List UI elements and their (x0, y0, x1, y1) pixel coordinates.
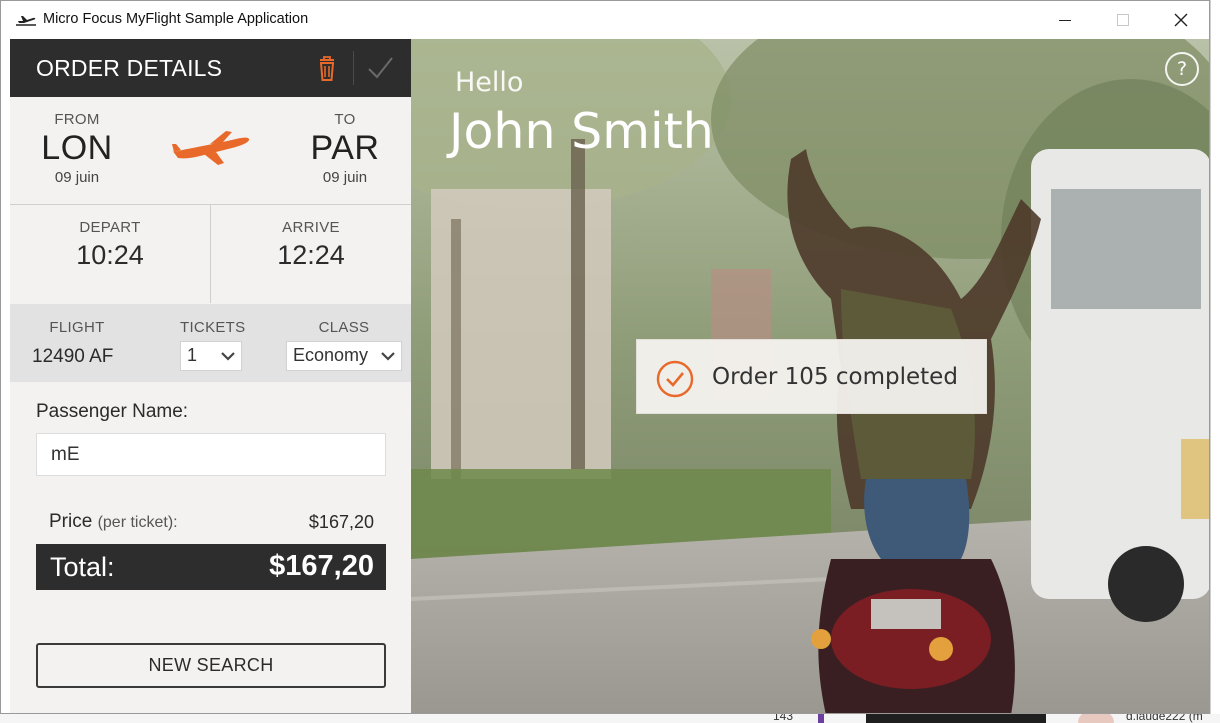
maximize-icon (1117, 14, 1129, 26)
class-value: Economy (293, 345, 369, 365)
desktop-marker (818, 713, 824, 723)
route-section: FROM LON 09 juin TO PAR 09 juin (10, 97, 411, 205)
arrive-time: 12:24 (277, 240, 345, 270)
airplane-takeoff-icon (16, 16, 36, 26)
trash-icon[interactable] (311, 53, 343, 83)
tickets-value: 1 (187, 345, 198, 365)
chevron-down-icon (221, 352, 235, 361)
to-city: PAR (310, 129, 380, 167)
price-row: Price (per ticket): $167,20 (36, 511, 386, 537)
panel-title: ORDER DETAILS (36, 55, 223, 81)
minimize-icon (1059, 19, 1071, 21)
from-block: FROM LON 09 juin (22, 111, 132, 186)
price-label: Price (49, 511, 93, 532)
tickets-block: TICKETS 1 (180, 319, 246, 371)
arrive-block: ARRIVE 12:24 (211, 219, 411, 271)
flight-number: 12490 AF (32, 346, 114, 367)
price-sublabel: (per ticket): (97, 514, 178, 531)
desktop-dark-block (866, 713, 1046, 723)
greeting-hello: Hello (455, 67, 524, 98)
order-details-panel: ORDER DETAILS FROM LON 09 juin TO PAR 09… (10, 39, 411, 713)
price-label-group: Price (per ticket): (49, 511, 178, 533)
times-section: DEPART 10:24 ARRIVE 12:24 (10, 205, 411, 303)
class-block: CLASS Economy (286, 319, 402, 371)
toast-message: Order 105 completed (712, 364, 958, 390)
depart-block: DEPART 10:24 (10, 219, 210, 271)
order-completed-toast: Order 105 completed (636, 339, 987, 414)
checkmark-icon[interactable] (364, 53, 396, 83)
tickets-select[interactable]: 1 (180, 341, 242, 371)
title-bar: Micro Focus MyFlight Sample Application (1, 1, 1209, 39)
arrive-label: ARRIVE (282, 219, 340, 236)
depart-time: 10:24 (76, 240, 144, 270)
maximize-button[interactable] (1094, 1, 1152, 39)
depart-label: DEPART (79, 219, 141, 236)
price-value: $167,20 (308, 512, 374, 532)
desktop-background (1210, 0, 1220, 723)
class-select[interactable]: Economy (286, 341, 402, 371)
total-value: $167,20 (269, 550, 374, 582)
minimize-button[interactable] (1036, 1, 1094, 39)
panel-header: ORDER DETAILS (10, 39, 411, 97)
airplane-icon (172, 131, 250, 165)
user-name: John Smith (449, 103, 714, 160)
header-divider (353, 51, 354, 85)
chevron-down-icon (381, 352, 395, 361)
flight-label: FLIGHT (49, 319, 105, 336)
window-title: Micro Focus MyFlight Sample Application (43, 11, 309, 27)
app-window: Micro Focus MyFlight Sample Application … (0, 0, 1210, 714)
help-icon: ? (1176, 58, 1188, 80)
check-circle-icon (656, 360, 694, 398)
tickets-label: TICKETS (180, 319, 246, 336)
to-label: TO (334, 111, 356, 128)
close-icon (1174, 13, 1188, 27)
hero-photo: Hello John Smith ? Order 105 completed (411, 39, 1209, 713)
passenger-name-input[interactable] (36, 433, 386, 476)
help-button[interactable]: ? (1165, 52, 1199, 86)
flight-block: FLIGHT 12490 AF (32, 319, 122, 368)
to-date: 09 juin (322, 169, 368, 186)
passenger-name-label: Passenger Name: (36, 401, 189, 422)
total-label: Total: (50, 552, 115, 582)
total-bar: Total: $167,20 (36, 544, 386, 590)
from-date: 09 juin (54, 169, 100, 186)
from-city: LON (41, 129, 113, 167)
close-button[interactable] (1152, 1, 1209, 39)
class-label: CLASS (318, 319, 370, 336)
new-search-button[interactable]: NEW SEARCH (36, 643, 386, 688)
to-block: TO PAR 09 juin (290, 111, 400, 186)
flight-info-row: FLIGHT 12490 AF TICKETS 1 CLASS Economy (10, 304, 411, 382)
from-label: FROM (54, 111, 100, 128)
